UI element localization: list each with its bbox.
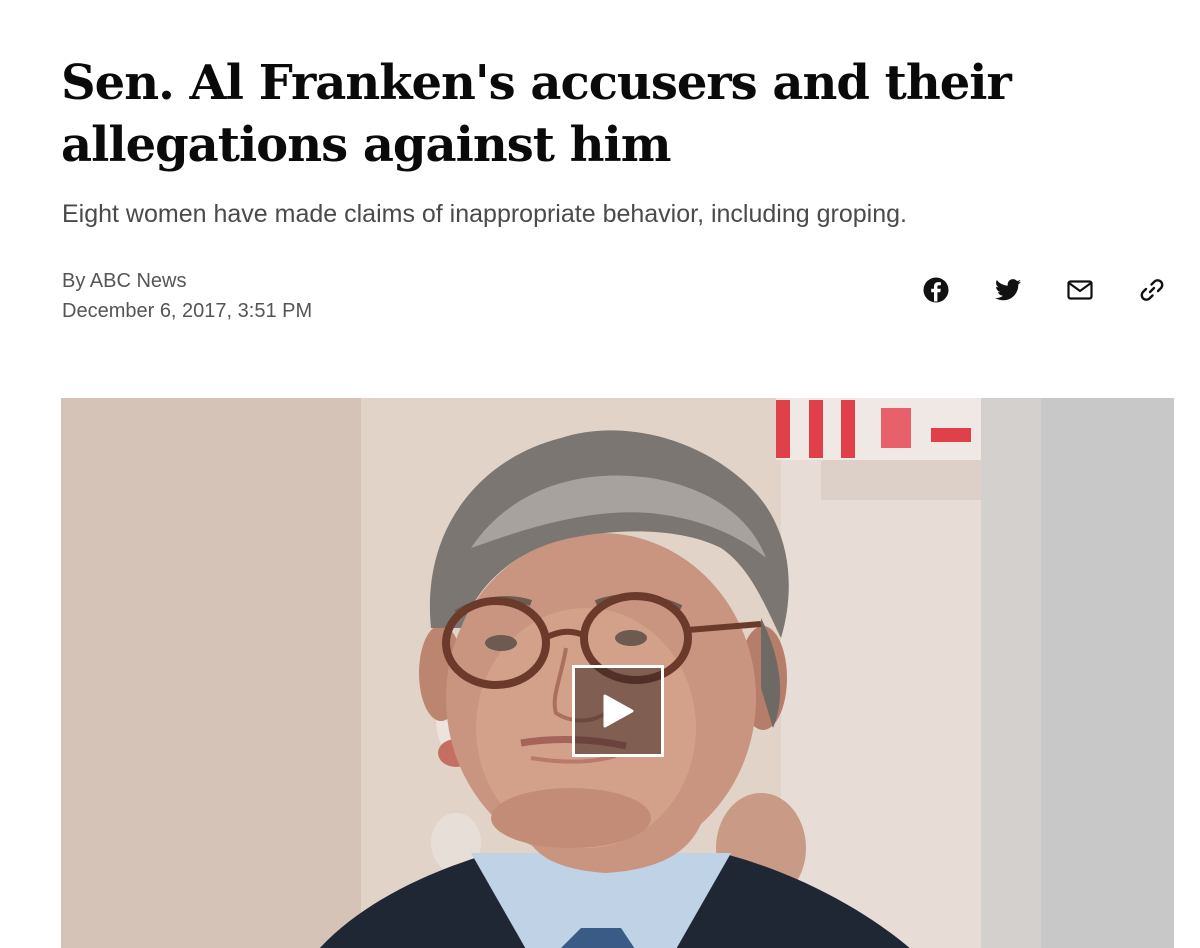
- facebook-icon: [923, 277, 949, 303]
- article-headline: Sen. Al Franken's accusers and their all…: [61, 55, 1012, 173]
- video-player[interactable]: [61, 398, 1174, 948]
- twitter-icon: [995, 279, 1021, 301]
- article-subheadline: Eight women have made claims of inapprop…: [62, 200, 907, 228]
- link-icon: [1140, 279, 1164, 301]
- play-button[interactable]: [572, 665, 664, 757]
- play-icon: [603, 694, 634, 728]
- byline-timestamp: December 6, 2017, 3:51 PM: [62, 300, 313, 322]
- byline-author[interactable]: By ABC News: [62, 266, 312, 296]
- facebook-share-button[interactable]: [922, 276, 950, 304]
- byline-block: By ABC News December 6, 2017, 3:51 PM: [62, 266, 312, 326]
- twitter-share-button[interactable]: [994, 276, 1022, 304]
- email-share-button[interactable]: [1066, 276, 1094, 304]
- copy-link-button[interactable]: [1138, 276, 1166, 304]
- article-page: Sen. Al Franken's accusers and their all…: [0, 0, 1200, 948]
- share-bar: [922, 276, 1166, 304]
- email-icon: [1067, 280, 1093, 300]
